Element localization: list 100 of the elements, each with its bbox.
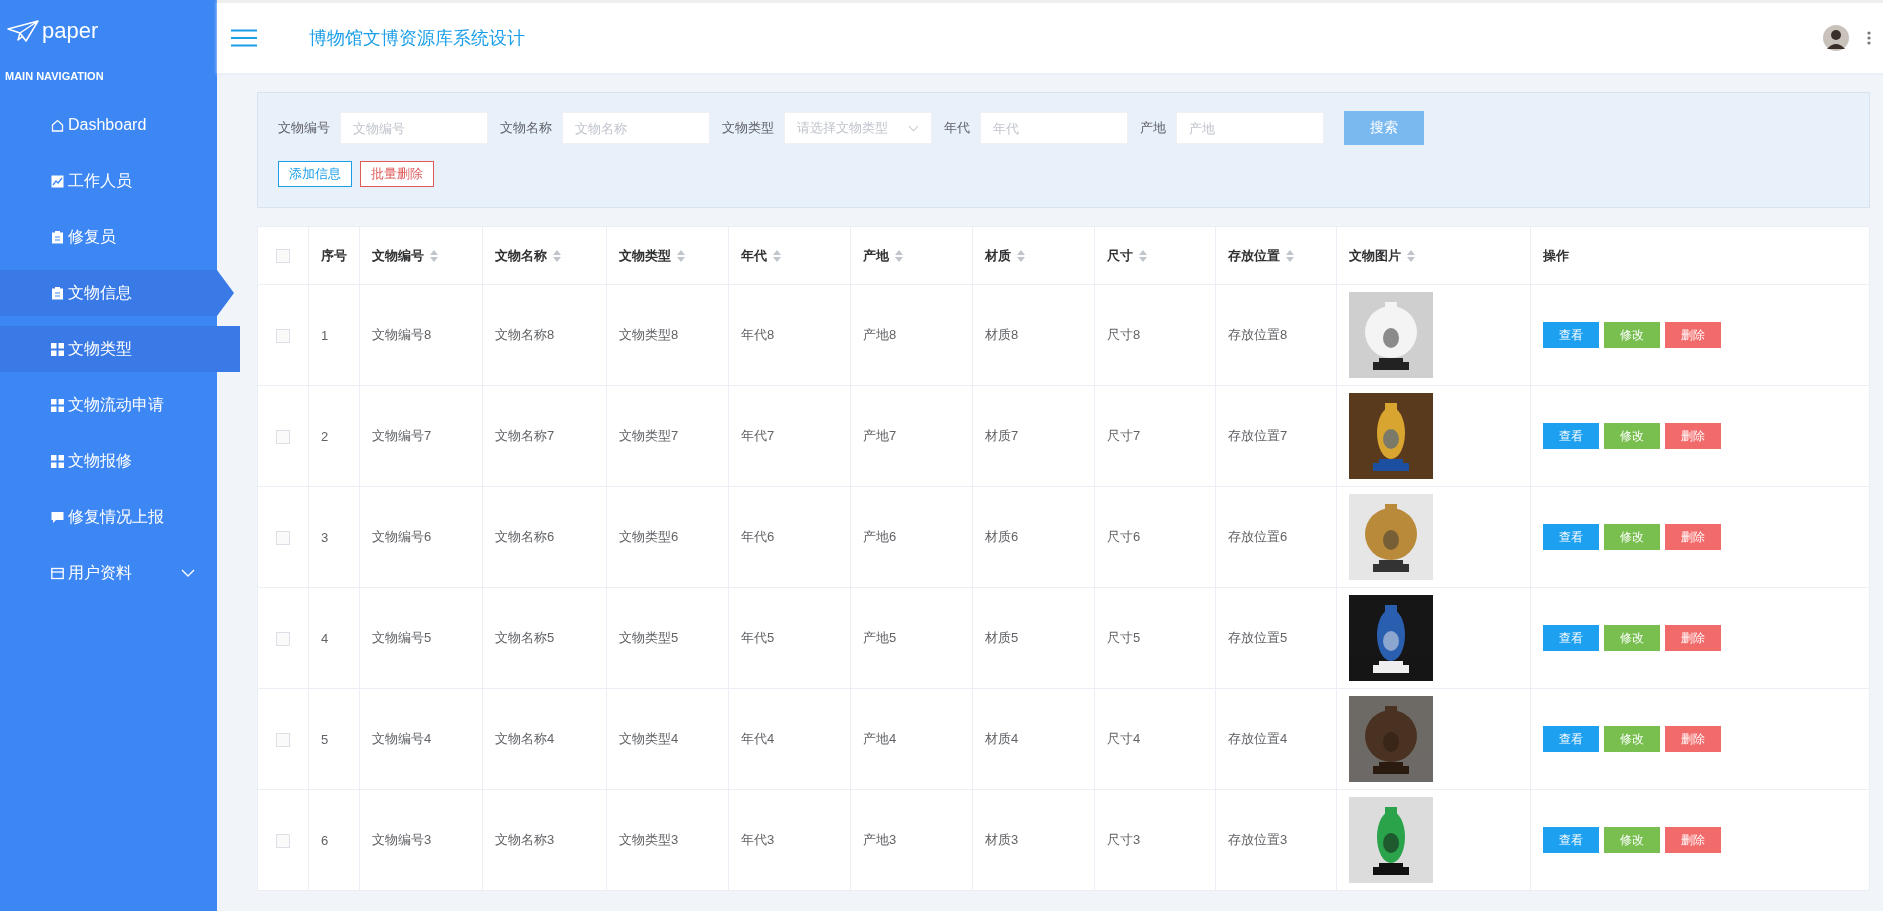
nav-item[interactable]: 用户资料 — [0, 550, 217, 596]
column-header: 存放位置 — [1228, 246, 1280, 265]
grid-icon — [51, 398, 64, 412]
delete-button[interactable]: 删除 — [1665, 625, 1721, 651]
checkbox[interactable] — [276, 631, 290, 646]
table-cell: 2 — [321, 428, 329, 444]
input-field[interactable]: 文物名称 — [562, 112, 710, 144]
table-cell: 存放位置7 — [1228, 428, 1288, 443]
edit-button[interactable]: 修改 — [1604, 524, 1660, 550]
table-cell: 文物编号4 — [372, 731, 432, 746]
table-cell: 产地6 — [863, 529, 897, 544]
select-field[interactable]: 请选择文物类型 — [784, 112, 932, 144]
batch-delete-button[interactable]: 批量删除 — [360, 161, 434, 187]
sort-icon[interactable] — [1017, 249, 1025, 262]
table-cell: 5 — [321, 731, 329, 747]
sort-icon[interactable] — [773, 249, 781, 262]
table-cell: 文物编号5 — [372, 630, 432, 645]
table-cell: 材质3 — [985, 832, 1019, 847]
checkbox[interactable] — [276, 732, 290, 747]
table-cell: 年代4 — [741, 731, 775, 746]
sort-icon[interactable] — [430, 249, 438, 262]
sort-icon[interactable] — [553, 249, 561, 262]
edit-button[interactable]: 修改 — [1604, 827, 1660, 853]
table-cell: 文物编号3 — [372, 832, 432, 847]
column-header: 材质 — [985, 246, 1011, 265]
table-cell: 产地8 — [863, 327, 897, 342]
table-cell: 文物名称6 — [495, 529, 555, 544]
view-button[interactable]: 查看 — [1543, 625, 1599, 651]
delete-button[interactable]: 删除 — [1665, 726, 1721, 752]
checkbox[interactable] — [276, 249, 290, 264]
sort-icon[interactable] — [895, 249, 903, 262]
more-icon[interactable] — [1867, 31, 1871, 45]
input-field[interactable]: 产地 — [1176, 112, 1324, 144]
edit-button[interactable]: 修改 — [1604, 726, 1660, 752]
delete-button[interactable]: 删除 — [1665, 827, 1721, 853]
input-field[interactable]: 文物编号 — [340, 112, 488, 144]
table-cell: 尺寸4 — [1107, 731, 1141, 746]
column-header: 文物类型 — [619, 246, 671, 265]
table-cell: 存放位置5 — [1228, 630, 1288, 645]
add-button[interactable]: 添加信息 — [278, 161, 352, 187]
card-icon — [51, 566, 64, 580]
sort-icon[interactable] — [677, 249, 685, 262]
table-cell: 文物编号6 — [372, 529, 432, 544]
table-cell: 尺寸8 — [1107, 327, 1141, 342]
sort-icon[interactable] — [1139, 249, 1147, 262]
view-button[interactable]: 查看 — [1543, 423, 1599, 449]
search-button[interactable]: 搜索 — [1344, 111, 1424, 145]
table-cell: 年代8 — [741, 327, 775, 342]
table-cell: 文物类型3 — [619, 832, 679, 847]
table-cell: 文物类型8 — [619, 327, 679, 342]
table-cell: 文物类型4 — [619, 731, 679, 746]
checkbox[interactable] — [276, 429, 290, 444]
table-cell: 产地4 — [863, 731, 897, 746]
delete-button[interactable]: 删除 — [1665, 322, 1721, 348]
delete-button[interactable]: 删除 — [1665, 423, 1721, 449]
table-cell: 年代6 — [741, 529, 775, 544]
edit-button[interactable]: 修改 — [1604, 423, 1660, 449]
view-button[interactable]: 查看 — [1543, 524, 1599, 550]
nav-item[interactable]: 文物报修 — [0, 438, 217, 484]
checkbox[interactable] — [276, 530, 290, 545]
logo-text: paper — [42, 18, 99, 44]
table-cell: 尺寸6 — [1107, 529, 1141, 544]
table-cell: 文物类型6 — [619, 529, 679, 544]
table-cell: 材质7 — [985, 428, 1019, 443]
table-cell: 产地3 — [863, 832, 897, 847]
sort-icon[interactable] — [1407, 249, 1415, 262]
table-cell: 文物编号7 — [372, 428, 432, 443]
table-cell: 文物名称8 — [495, 327, 555, 342]
nav-item[interactable]: Dashboard — [0, 102, 217, 148]
avatar[interactable] — [1823, 25, 1849, 51]
table-cell: 产地7 — [863, 428, 897, 443]
nav-item[interactable]: 修复员 — [0, 214, 217, 260]
table-cell: 材质8 — [985, 327, 1019, 342]
table-cell: 文物类型5 — [619, 630, 679, 645]
menu-icon[interactable] — [231, 29, 257, 47]
view-button[interactable]: 查看 — [1543, 726, 1599, 752]
table-cell: 存放位置4 — [1228, 731, 1288, 746]
delete-button[interactable]: 删除 — [1665, 524, 1721, 550]
checkbox[interactable] — [276, 328, 290, 343]
chat-icon — [51, 510, 64, 524]
table-cell: 年代3 — [741, 832, 775, 847]
column-header: 文物名称 — [495, 246, 547, 265]
checkbox[interactable] — [276, 833, 290, 848]
edit-button[interactable]: 修改 — [1604, 322, 1660, 348]
paper-plane-icon — [6, 19, 40, 43]
nav-item[interactable]: 工作人员 — [0, 158, 217, 204]
table-cell: 1 — [321, 327, 329, 343]
view-button[interactable]: 查看 — [1543, 827, 1599, 853]
view-button[interactable]: 查看 — [1543, 322, 1599, 348]
table-cell: 6 — [321, 832, 329, 848]
edit-button[interactable]: 修改 — [1604, 625, 1660, 651]
column-header: 操作 — [1543, 246, 1569, 265]
nav-item[interactable]: 文物类型 — [0, 326, 240, 372]
app-title: 博物馆文博资源库系统设计 — [309, 27, 525, 50]
input-field[interactable]: 年代 — [980, 112, 1128, 144]
grid-icon — [51, 342, 64, 356]
nav-item[interactable]: 文物流动申请 — [0, 382, 217, 428]
table-cell: 文物类型7 — [619, 428, 679, 443]
nav-item[interactable]: 修复情况上报 — [0, 494, 217, 540]
sort-icon[interactable] — [1286, 249, 1294, 262]
